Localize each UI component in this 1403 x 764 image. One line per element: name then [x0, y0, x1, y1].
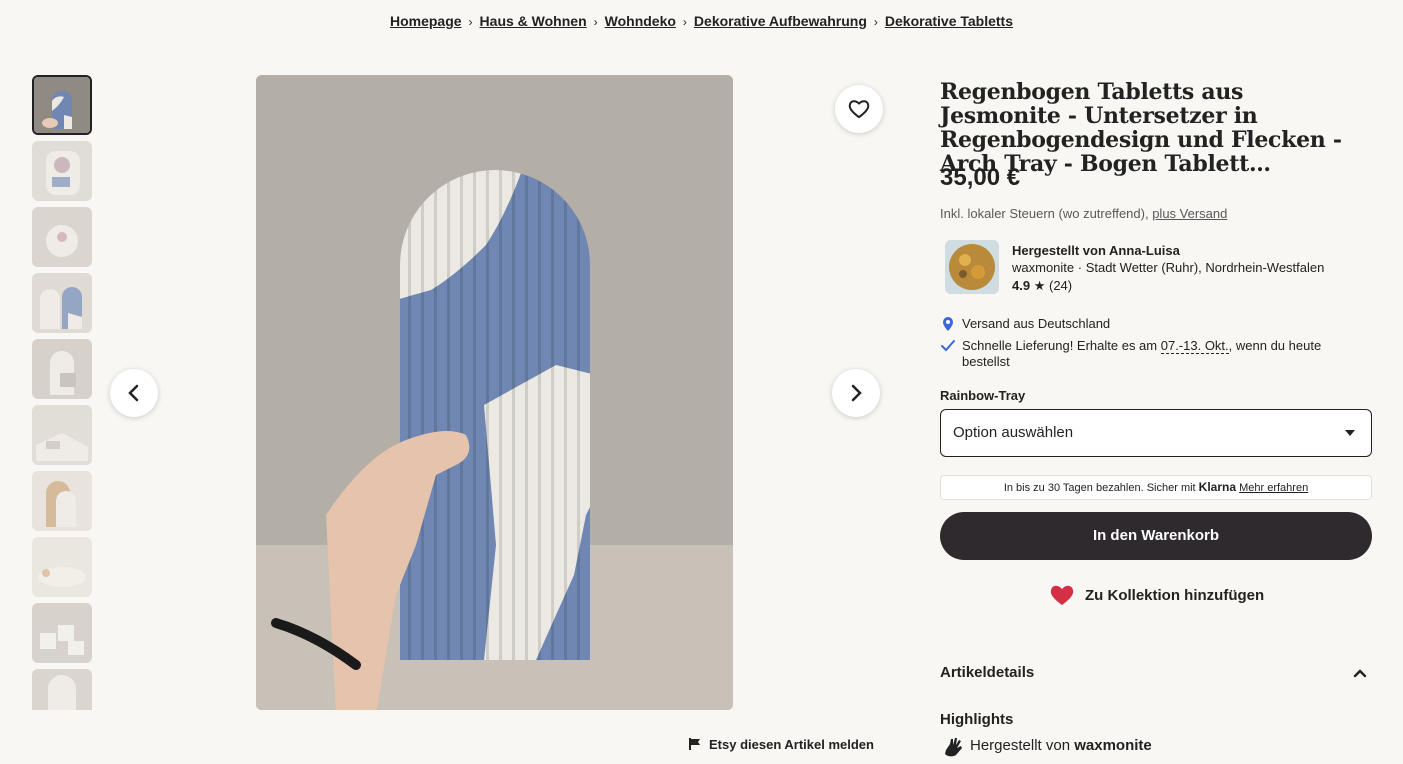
caret-down-icon — [1345, 430, 1355, 436]
klarna-text: In bis zu 30 Tagen bezahlen. Sicher mit — [1003, 482, 1199, 494]
breadcrumb: Homepage › Haus & Wohnen › Wohndeko › Dekorati… — [0, 13, 1403, 29]
thumbnail-5[interactable] — [32, 339, 92, 399]
klarna-learn-more-link[interactable]: Mehr erfahren — [1239, 482, 1308, 494]
thumbnail-2[interactable] — [32, 141, 92, 201]
review-count: (24) — [1048, 278, 1073, 293]
main-product-image[interactable] — [256, 75, 733, 710]
add-to-cart-button[interactable]: In den Warenkorb — [940, 512, 1372, 560]
fast-delivery-text: Schnelle Lieferung! Erhalte es am — [962, 338, 1161, 353]
thumbnail-10[interactable] — [32, 669, 92, 710]
variant-label: Rainbow-Tray — [940, 388, 1026, 403]
thumbnail-4[interactable] — [32, 273, 92, 333]
breadcrumb-dekorative-tabletts[interactable]: Dekorative Tabletts — [885, 13, 1013, 29]
highlight-made-by-text: Hergestellt von — [970, 737, 1075, 754]
breadcrumb-separator-icon: › — [682, 15, 687, 29]
breadcrumb-wohndeko[interactable]: Wohndeko — [605, 13, 676, 29]
rating-value: 4.9 — [1012, 278, 1031, 293]
breadcrumb-separator-icon: › — [468, 15, 473, 29]
highlight-shop-name: waxmonite — [1074, 737, 1152, 754]
chevron-up-icon[interactable] — [1353, 668, 1367, 678]
favorite-button[interactable] — [835, 85, 883, 133]
shipping-link[interactable]: plus Versand — [1152, 206, 1227, 221]
seller-location: waxmonite · Stadt Wetter (Ruhr), Nordrhe… — [1012, 260, 1325, 275]
breadcrumb-separator-icon: › — [593, 15, 598, 29]
heart-icon — [848, 100, 870, 119]
breadcrumb-homepage[interactable]: Homepage — [390, 13, 462, 29]
product-title: Regenbogen Tabletts aus Jesmonite - Unte… — [940, 79, 1342, 177]
seller-card[interactable]: Hergestellt von Anna-Luisa waxmonite · S… — [945, 240, 1365, 296]
breadcrumb-separator-icon: › — [873, 15, 878, 29]
next-image-button[interactable] — [832, 369, 880, 417]
thumbnail-1[interactable] — [32, 75, 92, 135]
location-pin-icon — [943, 317, 953, 331]
breadcrumb-haus-wohnen[interactable]: Haus & Wohnen — [480, 13, 587, 29]
tax-text: Inkl. lokaler Steuern (wo zutreffend), — [940, 206, 1153, 221]
tax-info: Inkl. lokaler Steuern (wo zutreffend), p… — [940, 206, 1227, 221]
chevron-right-icon — [851, 384, 862, 402]
thumbnail-8[interactable] — [32, 537, 92, 597]
chevron-left-icon — [128, 384, 139, 402]
hand-icon — [945, 738, 962, 757]
report-item-link[interactable]: Etsy diesen Artikel melden — [688, 737, 874, 754]
thumbnail-strip — [32, 75, 92, 710]
variant-select[interactable]: Option auswählen — [940, 409, 1372, 457]
star-icon: ★ — [1033, 278, 1046, 293]
seller-rating[interactable]: 4.9 ★ (24) — [1012, 278, 1072, 294]
checkmark-icon — [941, 340, 955, 352]
klarna-banner: In bis zu 30 Tagen bezahlen. Sicher mit … — [940, 475, 1372, 500]
thumbnail-6[interactable] — [32, 405, 92, 465]
klarna-logo: Klarna — [1198, 480, 1237, 494]
product-price: 35,00 € — [940, 164, 1021, 191]
heart-icon — [1050, 585, 1074, 605]
thumbnail-7[interactable] — [32, 471, 92, 531]
highlights-heading: Highlights — [940, 711, 1014, 728]
seller-avatar[interactable] — [945, 240, 999, 294]
breadcrumb-dekorative-aufbewahrung[interactable]: Dekorative Aufbewahrung — [694, 13, 867, 29]
shipping-origin-text: Versand aus Deutschland — [962, 316, 1111, 331]
highlight-made-by: Hergestellt von waxmonite — [942, 736, 1152, 762]
thumbnail-3[interactable] — [32, 207, 92, 267]
flag-icon — [689, 738, 700, 750]
delivery-date[interactable]: 07.-13. Okt. — [1160, 338, 1229, 354]
previous-image-button[interactable] — [110, 369, 158, 417]
report-item-label: Etsy diesen Artikel melden — [709, 737, 874, 752]
seller-name[interactable]: Hergestellt von Anna-Luisa — [1012, 243, 1180, 258]
thumbnail-9[interactable] — [32, 603, 92, 663]
variant-select-value: Option auswählen — [953, 424, 1074, 441]
item-details-heading[interactable]: Artikeldetails — [940, 664, 1034, 681]
add-to-collection-label: Zu Kollektion hinzufügen — [1085, 587, 1265, 604]
